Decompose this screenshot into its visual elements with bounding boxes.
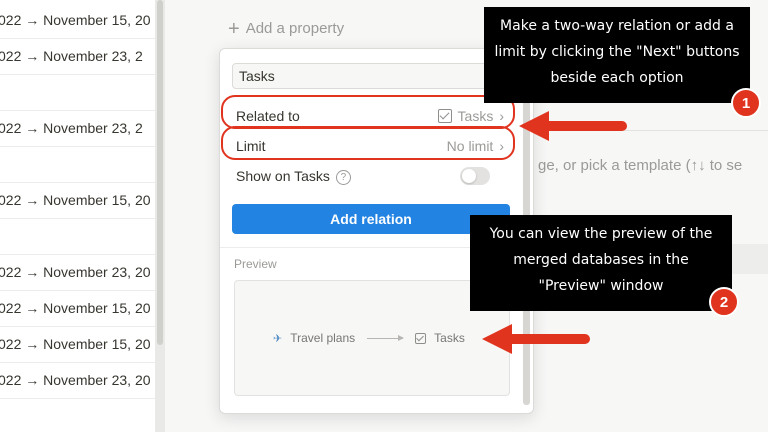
- date-range-cell: 022 → November 15, 20: [0, 300, 151, 316]
- preview-source: Travel plans: [290, 331, 356, 345]
- table-row[interactable]: 022 → November 15, 20: [0, 290, 155, 327]
- add-relation-button[interactable]: Add relation: [232, 204, 510, 234]
- table-row[interactable]: [0, 218, 155, 255]
- table-row[interactable]: [0, 74, 155, 111]
- arrow-right-icon: [367, 334, 405, 341]
- date-range-cell: 022 → November 15, 20: [0, 192, 151, 208]
- table-row[interactable]: 022 → November 15, 20: [0, 2, 155, 39]
- table-row[interactable]: [0, 146, 155, 183]
- table-row[interactable]: 022 → November 23, 20: [0, 254, 155, 291]
- table-row[interactable]: 022 → November 23, 20: [0, 362, 155, 399]
- callout-2: You can view the preview of the merged d…: [470, 215, 732, 311]
- preview-target: Tasks: [434, 331, 465, 345]
- callout-1: Make a two-way relation or add a limit b…: [484, 7, 750, 103]
- highlight-related-to: [221, 95, 515, 129]
- highlight-limit: [221, 126, 515, 160]
- table-row[interactable]: 022 → November 23, 2: [0, 110, 155, 147]
- table-row[interactable]: 022 → November 15, 20: [0, 182, 155, 219]
- show-on-option: Show on Tasks?: [220, 161, 516, 191]
- date-range-cell: 022 → November 23, 20: [0, 264, 151, 280]
- preview-window: ✈ Travel plans Tasks: [234, 280, 510, 396]
- checkbox-icon: [415, 332, 427, 344]
- add-property-button[interactable]: + Add a property: [228, 18, 344, 41]
- show-on-toggle[interactable]: [460, 167, 490, 185]
- relation-name-input[interactable]: Tasks: [232, 63, 508, 89]
- date-range-cell: 022 → November 15, 20: [0, 336, 151, 352]
- help-icon[interactable]: ?: [335, 169, 351, 185]
- red-arrow-icon: [482, 324, 590, 354]
- preview-label: Preview: [234, 257, 277, 271]
- date-range-cell: 022 → November 23, 2: [0, 120, 143, 136]
- date-range-cell: 022 → November 15, 20: [0, 12, 151, 28]
- toggle-knob: [462, 169, 476, 183]
- template-hint: ge, or pick a template (↑↓ to se: [538, 157, 743, 174]
- red-arrow-icon: [519, 111, 627, 141]
- show-on-label: Show on Tasks: [236, 167, 330, 184]
- plane-icon: ✈: [273, 332, 283, 345]
- step-badge-2: 2: [709, 287, 739, 317]
- preview-flow: ✈ Travel plans Tasks: [273, 331, 465, 345]
- scrollbar-thumb[interactable]: [157, 0, 163, 345]
- add-property-label: Add a property: [245, 20, 345, 37]
- plus-icon: +: [228, 18, 240, 40]
- step-badge-1: 1: [731, 88, 761, 118]
- table-strip: 022 → November 15, 20 022 → November 23, …: [0, 0, 155, 432]
- date-range-cell: 022 → November 23, 20: [0, 372, 151, 388]
- table-row[interactable]: 022 → November 23, 2: [0, 38, 155, 75]
- table-row[interactable]: 022 → November 15, 20: [0, 326, 155, 363]
- date-range-cell: 022 → November 23, 2: [0, 48, 143, 64]
